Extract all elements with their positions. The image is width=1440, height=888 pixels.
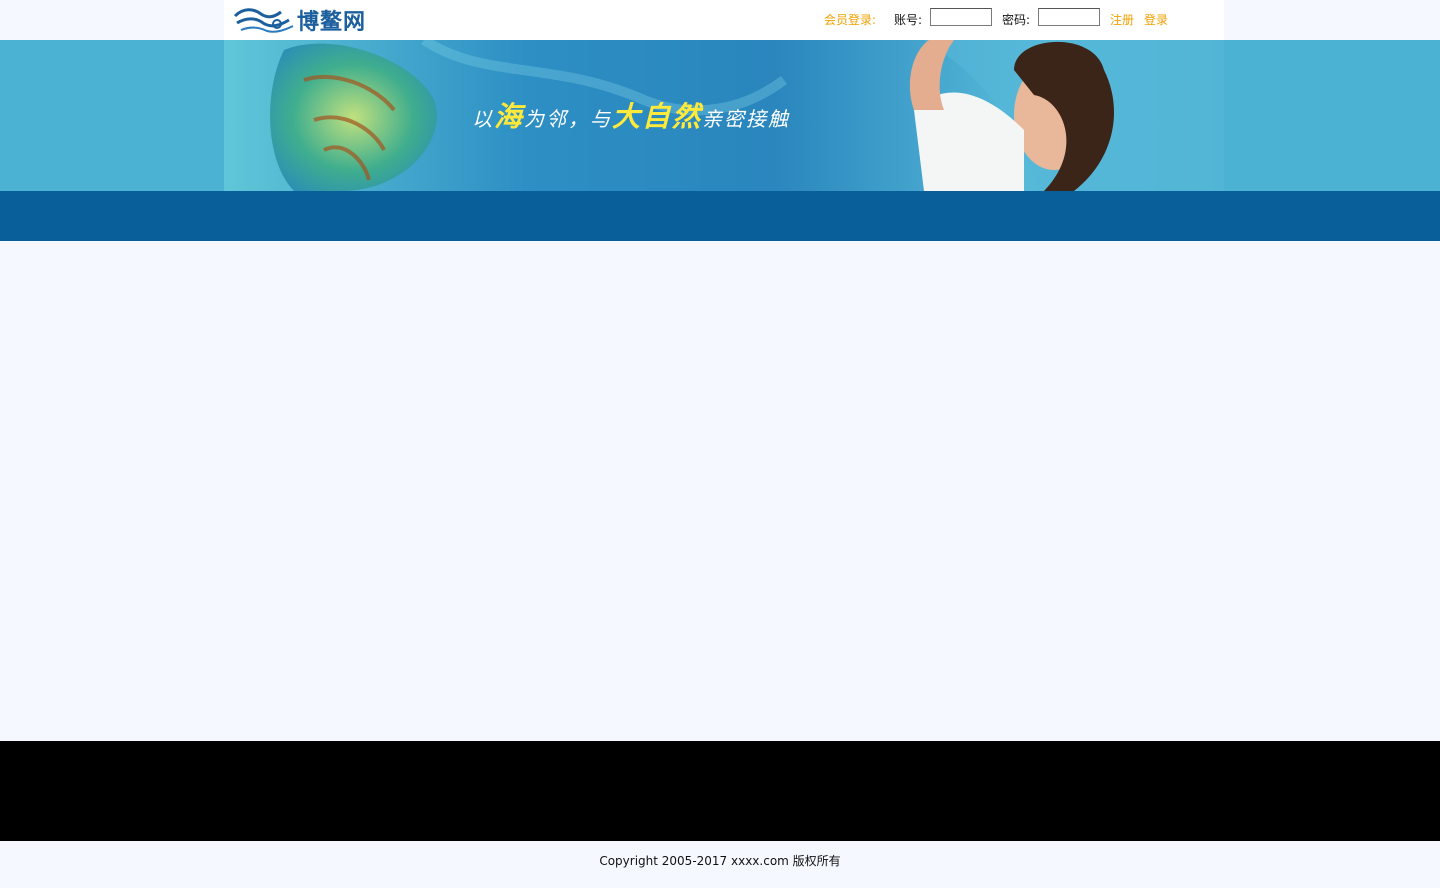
- slogan-part-5: 亲密接触: [702, 107, 791, 131]
- slogan-part-2: 海: [494, 100, 525, 133]
- slogan-part-3: 为邻，与: [524, 107, 613, 131]
- account-label: 账号:: [894, 13, 923, 27]
- member-login-title: 会员登录:: [824, 13, 877, 27]
- main-content: [0, 241, 1440, 741]
- copyright-text: Copyright 2005-2017 xxxx.com 版权所有: [599, 854, 841, 868]
- member-login-bar: 会员登录: 账号: 密码: 注册 登录: [224, 7, 1224, 33]
- slogan-part-1: 以: [472, 107, 494, 131]
- hero-banner: 以海为邻，与大自然亲密接触: [0, 40, 1440, 191]
- login-link[interactable]: 登录: [1144, 11, 1168, 28]
- slogan-part-4: 大自然: [612, 100, 703, 133]
- top-header: 博鳌网 会员登录: 账号: 密码: 注册 登录: [224, 0, 1224, 40]
- site-footer: Copyright 2005-2017 xxxx.com 版权所有: [0, 841, 1440, 888]
- banner-slogan: 以海为邻，与大自然亲密接触: [472, 95, 790, 135]
- password-input[interactable]: [1038, 8, 1100, 26]
- footer-band: [0, 741, 1440, 841]
- main-nav-bar: [0, 191, 1440, 241]
- account-input[interactable]: [930, 8, 992, 26]
- register-link[interactable]: 注册: [1110, 11, 1134, 28]
- password-label: 密码:: [1002, 13, 1031, 27]
